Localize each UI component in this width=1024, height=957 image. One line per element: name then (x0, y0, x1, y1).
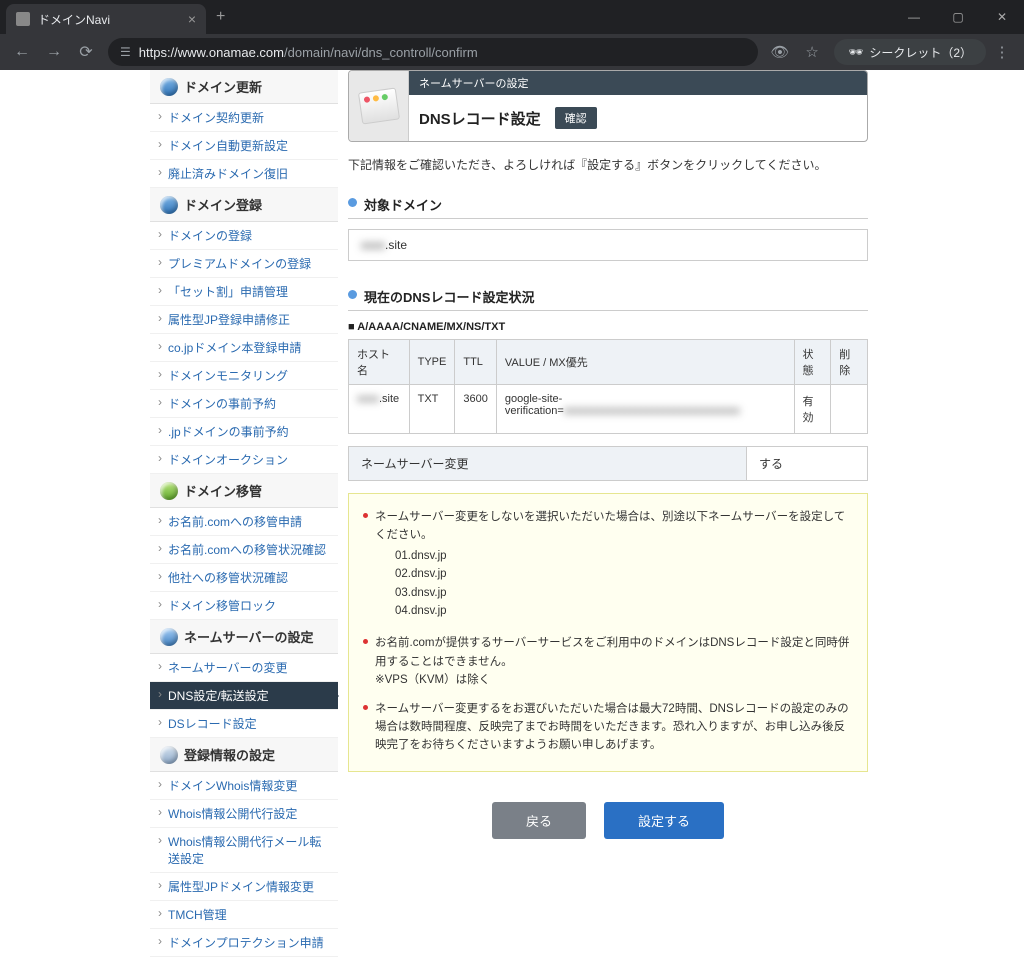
address-bar[interactable]: ☰ https://www.onamae.com/domain/navi/dns… (108, 38, 758, 66)
site-info-icon[interactable]: ☰ (120, 45, 131, 59)
table-header: TTL (455, 340, 496, 385)
browser-tab[interactable]: ドメインNavi × (6, 4, 206, 34)
sidebar-item[interactable]: お名前.comへの移管申請 (150, 508, 338, 536)
sidebar-item[interactable]: 属性型JP登録申請修正 (150, 306, 338, 334)
record-types-label: A/AAAA/CNAME/MX/NS/TXT (348, 321, 868, 333)
eye-off-icon[interactable]: 👁 (764, 43, 796, 61)
instruction-text: 下記情報をご確認いただき、よろしければ『設定する』ボタンをクリックしてください。 (348, 156, 868, 173)
sidebar-item[interactable]: 属性型JPドメイン情報変更 (150, 873, 338, 901)
forward-button[interactable]: → (38, 43, 70, 61)
new-tab-button[interactable]: + (216, 8, 225, 26)
incognito-icon: 🕶 (848, 45, 863, 59)
back-button[interactable]: 戻る (492, 802, 586, 839)
browser-toolbar: ← → ⟳ ☰ https://www.onamae.com/domain/na… (0, 34, 1024, 70)
sidebar-section-head: ドメイン登録 (150, 188, 338, 222)
incognito-badge[interactable]: 🕶 シークレット（2） (834, 39, 986, 65)
table-header: ホスト名 (349, 340, 410, 385)
section-target-domain: 対象ドメイン (348, 191, 868, 219)
sidebar-item[interactable]: ドメインの登録 (150, 222, 338, 250)
sidebar-item[interactable]: ドメインプロテクション申請 (150, 929, 338, 957)
sidebar-item[interactable]: ドメインオークション (150, 446, 338, 474)
notice-item: ネームサーバー変更をしないを選択いただいた場合は、別途以下ネームサーバーを設定し… (363, 504, 853, 630)
sidebar-section-head: ネームサーバーの設定 (150, 620, 338, 654)
sidebar-section-head: 登録情報の設定 (150, 738, 338, 772)
sidebar-item[interactable]: Whois情報公開代行設定 (150, 800, 338, 828)
main-content: ネームサーバーの設定 DNSレコード設定 確認 下記情報をご確認いただき、よろし… (338, 70, 878, 957)
maximize-button[interactable]: ▢ (936, 0, 980, 34)
sidebar-section-icon (160, 78, 178, 96)
table-header: 状態 (794, 340, 831, 385)
panel-icon (357, 88, 399, 125)
sidebar-section-icon (160, 628, 178, 646)
sidebar-item[interactable]: ドメイン移管ロック (150, 592, 338, 620)
sidebar-section-head: ドメイン移管 (150, 474, 338, 508)
notice-box: ネームサーバー変更をしないを選択いただいた場合は、別途以下ネームサーバーを設定し… (348, 493, 868, 772)
section-dns-records: 現在のDNSレコード設定状況 (348, 283, 868, 311)
sidebar-item[interactable]: Whois情報公開代行メール転送設定 (150, 828, 338, 873)
window-titlebar: ドメインNavi × + ― ▢ ✕ (0, 0, 1024, 34)
sidebar-section-icon (160, 196, 178, 214)
target-domain-box: xxxx.site (348, 229, 868, 261)
sidebar-item[interactable]: TMCH管理 (150, 901, 338, 929)
notice-item: お名前.comが提供するサーバーサービスをご利用中のドメインはDNSレコード設定… (363, 630, 853, 695)
close-tab-icon[interactable]: × (188, 11, 196, 27)
step-badge: 確認 (555, 107, 597, 129)
table-header: 削除 (831, 340, 868, 385)
minimize-button[interactable]: ― (892, 0, 936, 34)
table-row: xxxx.site TXT 3600 google-site-verificat… (349, 385, 868, 434)
sidebar-item[interactable]: ドメインWhois情報変更 (150, 772, 338, 800)
sidebar-item[interactable]: 他社への移管状況確認 (150, 564, 338, 592)
sidebar: ドメイン更新ドメイン契約更新ドメイン自動更新設定廃止済みドメイン復旧ドメイン登録… (150, 70, 338, 957)
panel-title: DNSレコード設定 (419, 108, 541, 129)
star-icon[interactable]: ☆ (796, 43, 828, 61)
sidebar-item[interactable]: ネームサーバーの変更 (150, 654, 338, 682)
sidebar-item[interactable]: ドメイン自動更新設定 (150, 132, 338, 160)
ns-change-label: ネームサーバー変更 (349, 447, 747, 480)
reload-button[interactable]: ⟳ (70, 42, 102, 62)
sidebar-item[interactable]: プレミアムドメインの登録 (150, 250, 338, 278)
nameserver-change-row: ネームサーバー変更 する (348, 446, 868, 481)
favicon (16, 12, 30, 26)
close-window-button[interactable]: ✕ (980, 0, 1024, 34)
dns-records-table: ホスト名TYPETTLVALUE / MX優先状態削除 xxxx.site TX… (348, 339, 868, 434)
panel-header: ネームサーバーの設定 DNSレコード設定 確認 (348, 70, 868, 142)
sidebar-item[interactable]: .jpドメインの事前予約 (150, 418, 338, 446)
sidebar-item[interactable]: 「セット割」申請管理 (150, 278, 338, 306)
sidebar-item[interactable]: ドメインの事前予約 (150, 390, 338, 418)
submit-button[interactable]: 設定する (604, 802, 724, 839)
sidebar-item[interactable]: ドメインモニタリング (150, 362, 338, 390)
sidebar-item[interactable]: DNS設定/転送設定 (150, 682, 338, 710)
sidebar-section-icon (160, 482, 178, 500)
ns-change-value: する (747, 447, 867, 480)
table-header: TYPE (409, 340, 455, 385)
tab-title: ドメインNavi (38, 11, 180, 28)
sidebar-item[interactable]: 廃止済みドメイン復旧 (150, 160, 338, 188)
sidebar-section-icon (160, 746, 178, 764)
sidebar-item[interactable]: お名前.comへの移管状況確認 (150, 536, 338, 564)
menu-button[interactable]: ⋮ (986, 43, 1018, 61)
sidebar-section-head: ドメイン更新 (150, 70, 338, 104)
sidebar-item[interactable]: co.jpドメイン本登録申請 (150, 334, 338, 362)
back-button[interactable]: ← (6, 43, 38, 61)
table-header: VALUE / MX優先 (496, 340, 794, 385)
panel-category: ネームサーバーの設定 (409, 71, 867, 95)
notice-item: ネームサーバー変更するをお選びいただいた場合は最大72時間、DNSレコードの設定… (363, 696, 853, 761)
sidebar-item[interactable]: DSレコード設定 (150, 710, 338, 738)
sidebar-item[interactable]: ドメイン契約更新 (150, 104, 338, 132)
